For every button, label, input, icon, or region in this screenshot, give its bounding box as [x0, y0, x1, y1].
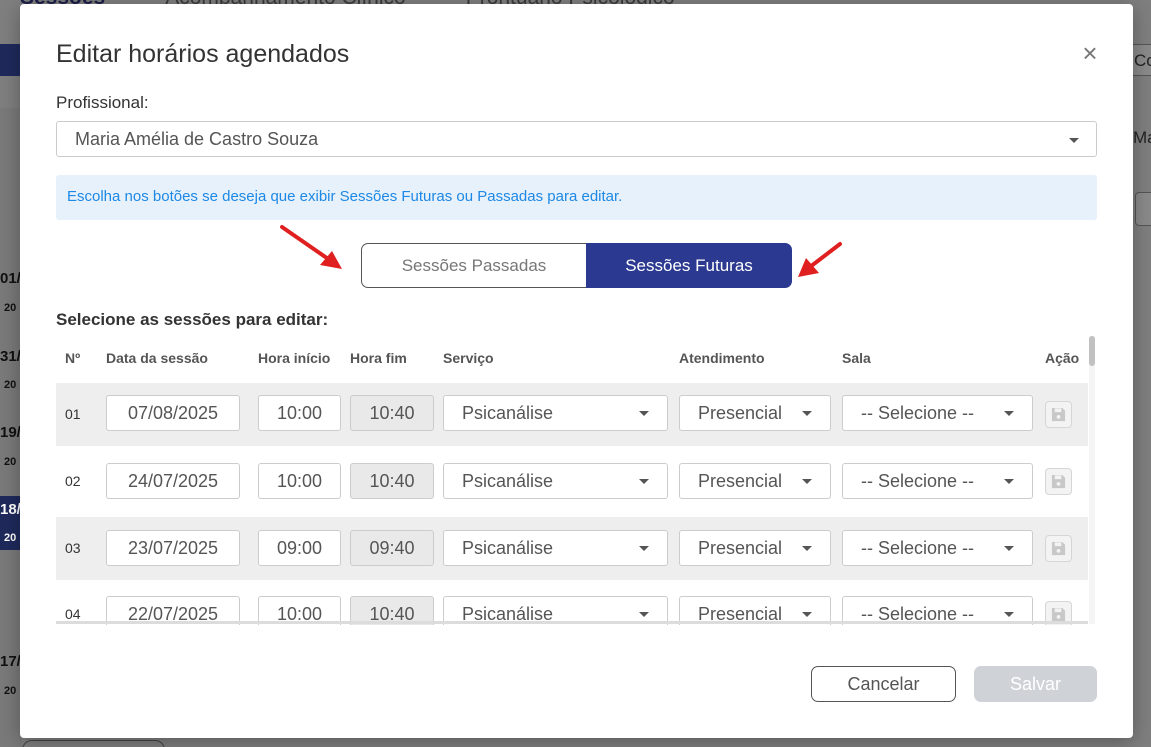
bg-right-text: Ma — [1133, 128, 1151, 147]
row-number: 02 — [65, 473, 81, 489]
service-value: Psicanálise — [462, 470, 554, 491]
floppy-disk-icon — [1051, 607, 1066, 622]
future-sessions-button[interactable]: Sessões Futuras — [586, 243, 792, 288]
sessions-table: Nº Data da sessão Hora início Hora fim S… — [56, 340, 1097, 625]
attendance-select[interactable]: Presencial — [679, 463, 831, 499]
attendance-value: Presencial — [698, 537, 783, 558]
room-select[interactable]: -- Selecione -- — [842, 395, 1033, 431]
professional-value: Maria Amélia de Castro Souza — [75, 129, 319, 149]
room-value: -- Selecione -- — [861, 402, 975, 423]
close-icon[interactable]: × — [1078, 40, 1102, 66]
chevron-down-icon — [1004, 546, 1014, 551]
attendance-value: Presencial — [698, 402, 783, 423]
row-number: 03 — [65, 540, 81, 556]
arrow-right-icon — [280, 225, 342, 269]
date-input[interactable]: 24/07/2025 — [106, 463, 240, 499]
chevron-down-icon — [802, 546, 812, 551]
bg-date: 17/ — [0, 653, 21, 670]
save-row-button[interactable] — [1045, 535, 1072, 562]
chevron-down-icon — [639, 411, 649, 416]
save-row-button[interactable] — [1045, 468, 1072, 495]
start-time-input[interactable]: 10:00 — [258, 463, 341, 499]
row-number: 04 — [65, 606, 81, 622]
service-value: Psicanálise — [462, 537, 554, 558]
floppy-disk-icon — [1051, 541, 1066, 556]
edit-schedule-modal: Editar horários agendados × Profissional… — [20, 4, 1133, 738]
table-row: 01 07/08/2025 10:00 10:40 Psicanálise Pr… — [56, 383, 1088, 446]
header-num: Nº — [65, 350, 81, 366]
row-number: 01 — [65, 406, 81, 422]
header-end: Hora fim — [350, 350, 407, 366]
end-time-field: 09:40 — [350, 530, 434, 566]
table-row: 02 24/07/2025 10:00 10:40 Psicanálise Pr… — [56, 447, 1088, 510]
attendance-value: Presencial — [698, 470, 783, 491]
sessions-section-label: Selecione as sessões para editar: — [56, 310, 329, 329]
save-row-button[interactable] — [1045, 401, 1072, 428]
header-room: Sala — [842, 350, 871, 366]
header-attendance: Atendimento — [679, 350, 765, 366]
chevron-down-icon — [639, 479, 649, 484]
service-select[interactable]: Psicanálise — [443, 395, 668, 431]
table-row: 04 22/07/2025 10:00 10:40 Psicanálise Pr… — [56, 583, 1088, 625]
table-scrollbar-thumb[interactable] — [1089, 336, 1095, 366]
professional-select[interactable]: Maria Amélia de Castro Souza — [56, 121, 1097, 157]
bg-date: 19/ — [0, 424, 21, 441]
floppy-disk-icon — [1051, 474, 1066, 489]
table-horizontal-scrollbar[interactable] — [56, 621, 1088, 624]
room-select[interactable]: -- Selecione -- — [842, 530, 1033, 566]
start-time-input[interactable]: 09:00 — [258, 530, 341, 566]
attendance-select[interactable]: Presencial — [679, 395, 831, 431]
room-value: -- Selecione -- — [861, 537, 975, 558]
save-button[interactable]: Salvar — [974, 666, 1097, 702]
chevron-down-icon — [802, 479, 812, 484]
bg-bottom-pill — [22, 740, 165, 747]
floppy-disk-icon — [1051, 407, 1066, 422]
bg-date: 01/ — [0, 270, 21, 287]
chevron-down-icon — [802, 612, 812, 617]
header-date: Data da sessão — [106, 350, 208, 366]
chevron-down-icon — [639, 612, 649, 617]
chevron-down-icon — [1004, 612, 1014, 617]
room-value: -- Selecione -- — [861, 470, 975, 491]
bg-date: 31/ — [0, 348, 21, 365]
chevron-down-icon — [639, 546, 649, 551]
bg-right-box — [1135, 192, 1151, 226]
end-time-field: 10:40 — [350, 395, 434, 431]
start-time-input[interactable]: 10:00 — [258, 395, 341, 431]
end-time-field: 10:40 — [350, 463, 434, 499]
table-scrollbar-track[interactable] — [1089, 336, 1095, 624]
professional-label: Profissional: — [56, 93, 149, 112]
info-alert: Escolha nos botões se deseja que exibir … — [56, 175, 1097, 220]
chevron-down-icon — [1004, 411, 1014, 416]
date-input[interactable]: 07/08/2025 — [106, 395, 240, 431]
bg-date: 18/ — [0, 501, 21, 518]
table-row: 03 23/07/2025 09:00 09:40 Psicanálise Pr… — [56, 517, 1088, 580]
chevron-down-icon — [802, 411, 812, 416]
chevron-down-icon — [1004, 479, 1014, 484]
date-input[interactable]: 23/07/2025 — [106, 530, 240, 566]
bg-right-button: Corre — [1130, 44, 1151, 76]
session-toggle: Sessões Passadas Sessões Futuras — [361, 243, 792, 288]
modal-title: Editar horários agendados — [56, 40, 350, 68]
service-select[interactable]: Psicanálise — [443, 530, 668, 566]
header-action: Ação — [1045, 350, 1080, 366]
bg-add-button — [0, 44, 22, 76]
past-sessions-button[interactable]: Sessões Passadas — [361, 243, 586, 288]
room-select[interactable]: -- Selecione -- — [842, 463, 1033, 499]
attendance-select[interactable]: Presencial — [679, 530, 831, 566]
header-start: Hora início — [258, 350, 331, 366]
cancel-button[interactable]: Cancelar — [811, 666, 956, 702]
header-service: Serviço — [443, 350, 494, 366]
chevron-down-icon — [1069, 138, 1079, 143]
arrow-left-icon — [798, 242, 842, 277]
service-value: Psicanálise — [462, 402, 554, 423]
service-select[interactable]: Psicanálise — [443, 463, 668, 499]
